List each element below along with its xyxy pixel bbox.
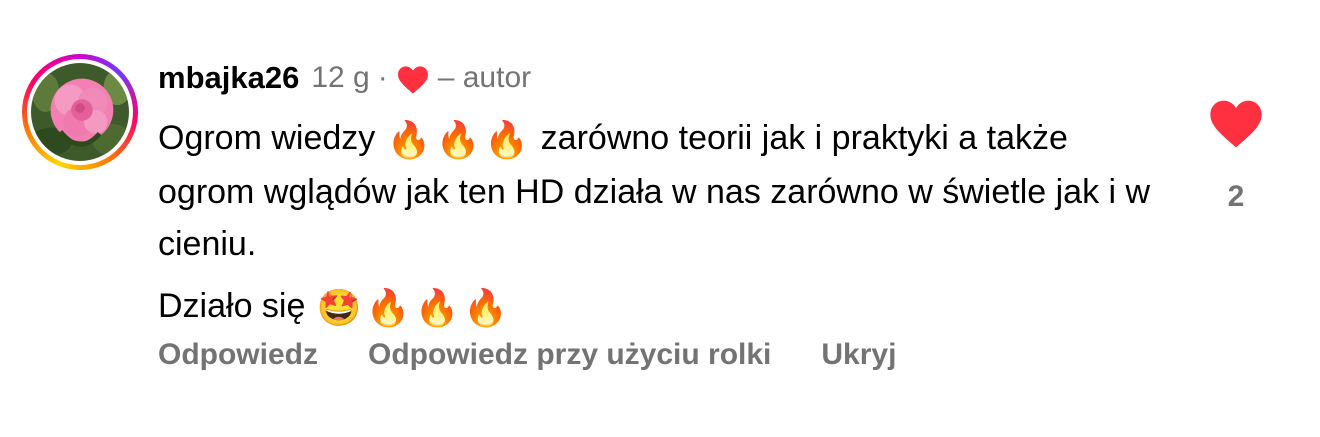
- fire-emoji: 🔥: [365, 287, 411, 328]
- author-label: – autor: [437, 61, 532, 94]
- comment-header: mbajka26 12 g · – autor: [158, 58, 531, 98]
- reply-button[interactable]: Odpowiedz: [158, 338, 318, 372]
- avatar[interactable]: [31, 63, 129, 161]
- fire-emoji: 🔥: [435, 119, 481, 160]
- fire-emoji: 🔥: [386, 119, 432, 160]
- like-count[interactable]: 2: [1210, 180, 1262, 214]
- comment-text: Ogrom wiedzy 🔥 🔥 🔥 zarówno teorii jak i pr…: [158, 112, 1158, 334]
- text-segment: Działo się: [158, 287, 306, 325]
- separator-dot: ·: [377, 61, 388, 94]
- comment-paragraph-1: Ogrom wiedzy 🔥 🔥 🔥 zarówno teorii jak i pr…: [158, 112, 1158, 270]
- avatar-story-ring[interactable]: [22, 54, 138, 170]
- username[interactable]: mbajka26: [158, 60, 299, 96]
- heart-icon: [397, 66, 428, 94]
- comment-actions: Odpowiedz Odpowiedz przy użyciu rolki Uk…: [158, 338, 946, 372]
- timestamp: 12 g: [311, 61, 370, 94]
- like-heart-icon[interactable]: [1208, 98, 1264, 150]
- text-segment: Ogrom wiedzy: [158, 119, 376, 157]
- star-struck-emoji: 🤩: [316, 287, 362, 328]
- avatar-gap: [27, 59, 133, 165]
- fire-emoji: 🔥: [463, 287, 509, 328]
- fire-emoji: 🔥: [414, 287, 460, 328]
- reply-with-reel-button[interactable]: Odpowiedz przy użyciu rolki: [368, 338, 771, 372]
- hide-button[interactable]: Ukryj: [821, 338, 896, 372]
- comment-paragraph-2: Działo się 🤩 🔥 🔥 🔥: [158, 280, 1158, 334]
- fire-emoji: 🔥: [484, 119, 530, 160]
- comment: mbajka26 12 g · – autor Ogrom wiedzy 🔥 🔥 🔥…: [0, 0, 1320, 437]
